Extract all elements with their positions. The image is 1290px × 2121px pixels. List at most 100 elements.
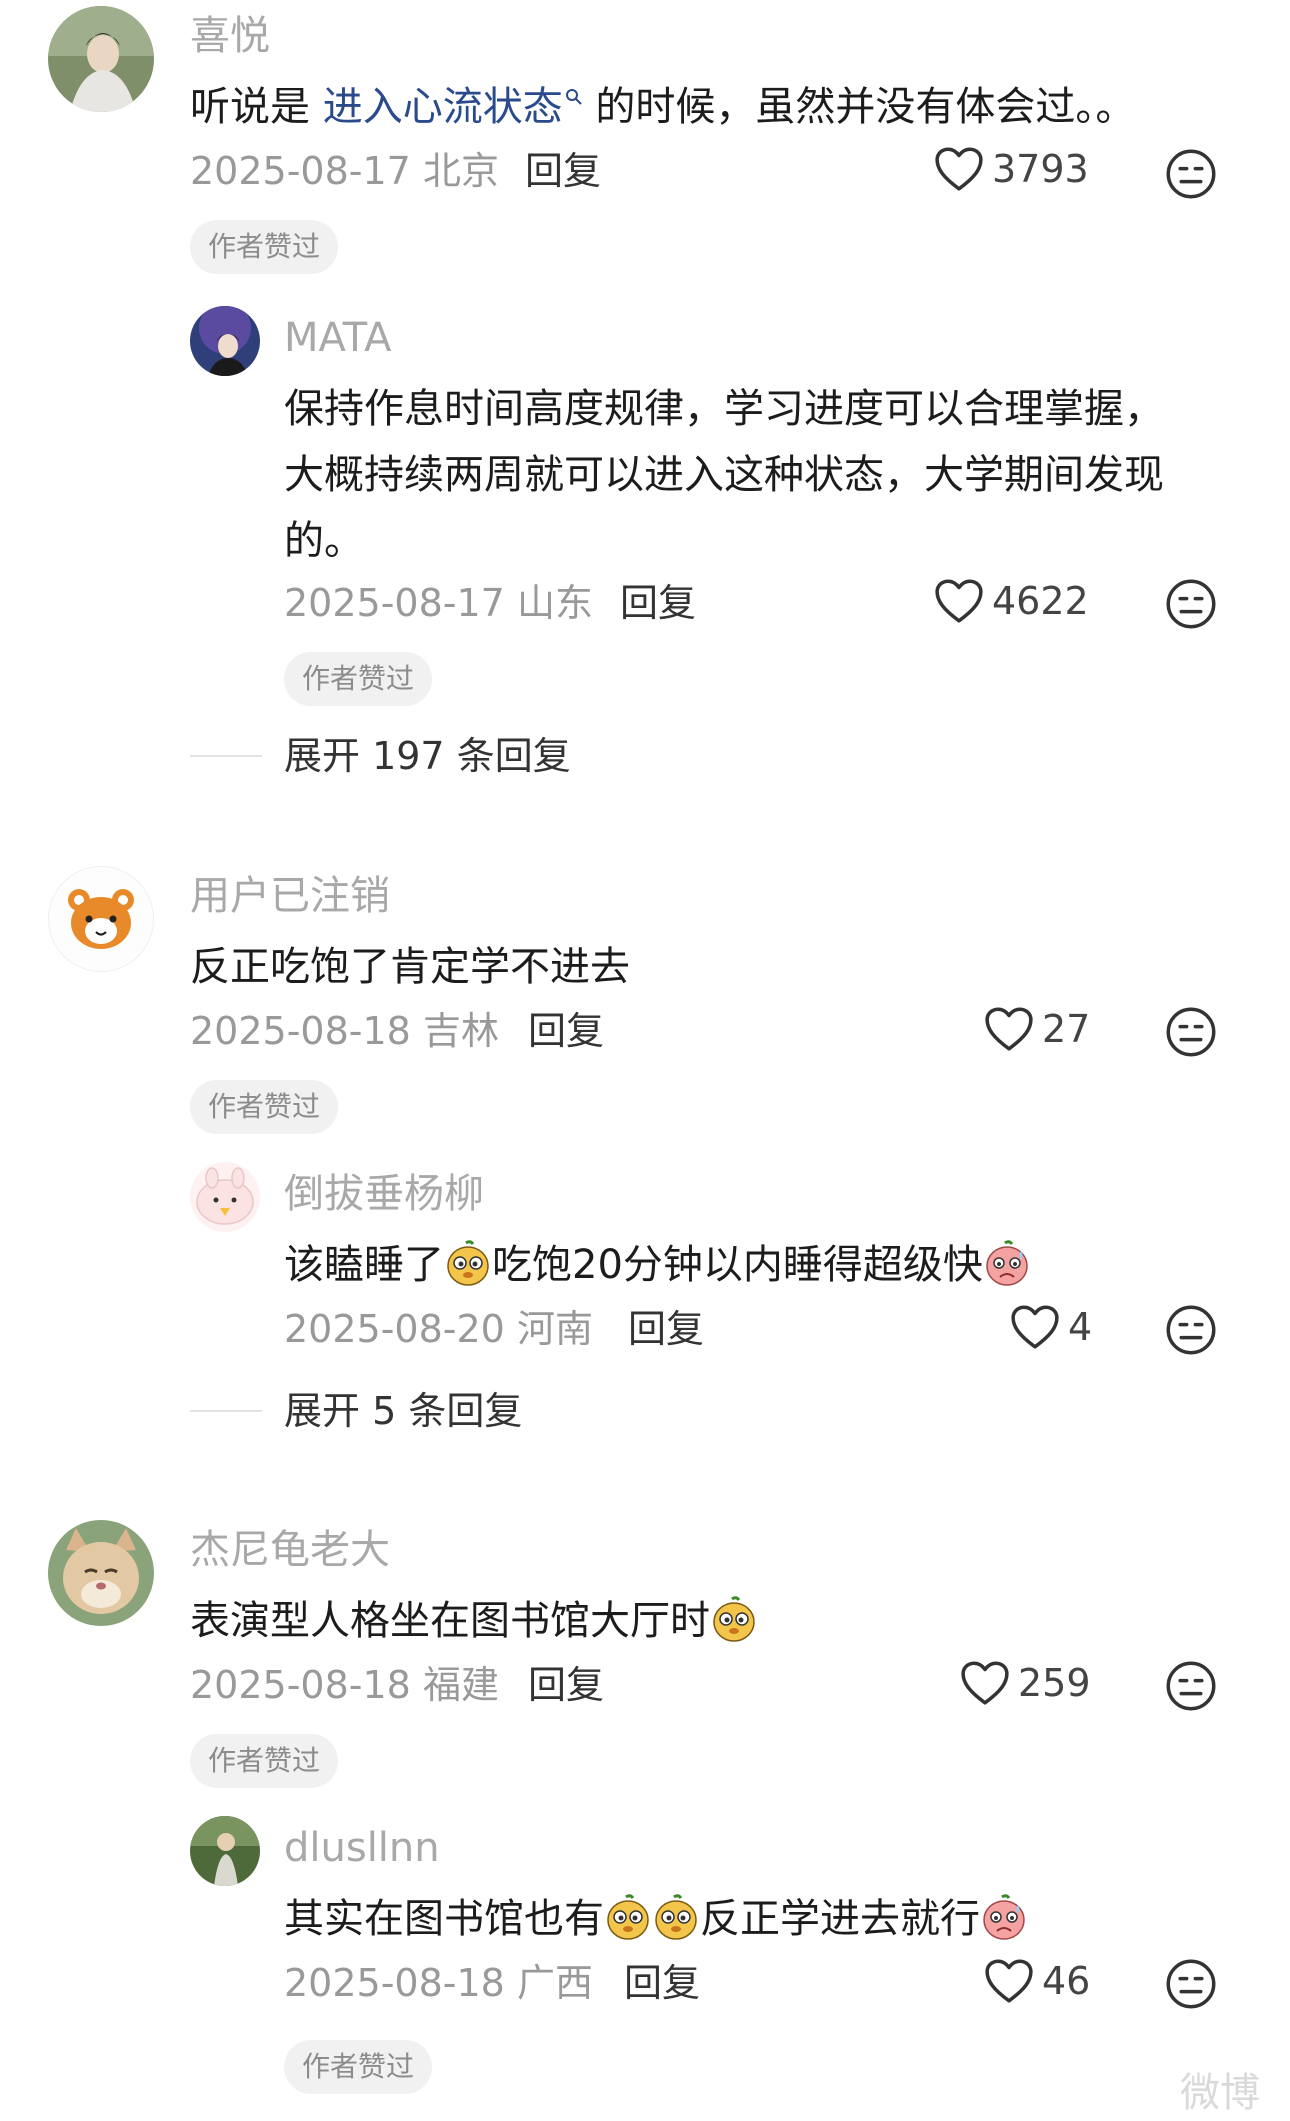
comment-location: 吉林 (422, 1009, 499, 1053)
heart-outline-icon (1010, 1304, 1060, 1350)
like-count: 3793 (992, 147, 1089, 191)
avatar[interactable] (48, 866, 154, 972)
pig-emoji (604, 1893, 652, 1941)
comment-meta: 2025-08-17 北京 (190, 152, 499, 190)
reply-username[interactable]: 倒拔垂杨柳 (284, 1174, 484, 1214)
comment-username[interactable]: 杰尼龟老大 (190, 1530, 390, 1570)
comment-text-part: 听说是 (190, 84, 323, 130)
dislike-face-icon (1165, 1958, 1217, 2010)
reply-date: 2025-08-20 (284, 1307, 505, 1351)
heart-outline-icon (934, 578, 984, 624)
search-link[interactable]: 进入心流状态 (323, 84, 563, 130)
expand-replies-button[interactable]: 展开 5 条回复 (284, 1392, 522, 1430)
comment-date: 2025-08-17 (190, 149, 411, 193)
reply-text: 其实在图书馆也有 反正学进去就行 (284, 1886, 1028, 1952)
comment-location: 北京 (422, 149, 499, 193)
author-liked-badge: 作者赞过 (190, 220, 339, 274)
reply-button[interactable]: 回复 (628, 1310, 704, 1348)
sweat-emoji (980, 1893, 1028, 1941)
dislike-face-icon (1165, 1304, 1217, 1356)
divider (190, 1410, 262, 1412)
reply-button[interactable]: 回复 (620, 584, 696, 622)
dislike-button[interactable] (1165, 1660, 1217, 1716)
dislike-button[interactable] (1165, 1958, 1217, 2014)
comment-meta: 2025-08-18 福建 (190, 1666, 499, 1704)
comment-location: 福建 (422, 1663, 499, 1707)
comment-text-part: 的时候，虽然并没有体会过。。 (582, 84, 1136, 130)
dislike-face-icon (1165, 578, 1217, 630)
reply-meta: 2025-08-17 山东 (284, 584, 593, 622)
dislike-button[interactable] (1165, 1006, 1217, 1062)
dislike-face-icon (1165, 1660, 1217, 1712)
reply-date: 2025-08-18 (284, 1961, 505, 2005)
reply-text: 该瞌睡了 吃饱20分钟以内睡得超级快 (284, 1232, 1031, 1298)
author-liked-badge: 作者赞过 (284, 2040, 433, 2094)
comment-text-part: 表演型人格坐在图书馆大厅时 (190, 1598, 710, 1644)
avatar[interactable] (48, 6, 154, 112)
dislike-button[interactable] (1165, 1304, 1217, 1360)
like-button[interactable]: 27 (984, 1006, 1090, 1052)
avatar[interactable] (48, 1520, 154, 1626)
reply-text-line: 大概持续两周就可以进入这种状态，大学期间发现 (284, 452, 1164, 498)
author-liked-badge: 作者赞过 (190, 1734, 339, 1788)
divider (190, 755, 262, 757)
comment-username[interactable]: 喜悦 (190, 16, 270, 56)
reply-location: 广西 (516, 1961, 593, 2005)
reply-text-part: 其实在图书馆也有 (284, 1896, 604, 1942)
comment-username[interactable]: 用户已注销 (190, 876, 390, 916)
reply-text-part: 吃饱20分钟以内睡得超级快 (492, 1242, 983, 1288)
reply-button[interactable]: 回复 (528, 1012, 604, 1050)
heart-outline-icon (960, 1660, 1010, 1706)
reply-button[interactable]: 回复 (525, 152, 601, 190)
like-button[interactable]: 3793 (934, 146, 1089, 192)
expand-replies-button[interactable]: 展开 197 条回复 (284, 737, 571, 775)
reply-button[interactable]: 回复 (624, 1964, 700, 2002)
avatar[interactable] (190, 1162, 260, 1232)
avatar[interactable] (190, 1816, 260, 1886)
reply-text-part: 该瞌睡了 (284, 1242, 444, 1288)
comment-date: 2025-08-18 (190, 1009, 411, 1053)
pig-emoji (444, 1239, 492, 1287)
heart-outline-icon (984, 1006, 1034, 1052)
reply-username[interactable]: dlusllnn (284, 1828, 440, 1868)
reply-text-part: 反正学进去就行 (700, 1896, 980, 1942)
reply-button[interactable]: 回复 (528, 1666, 604, 1704)
heart-outline-icon (984, 1958, 1034, 2004)
pig-emoji (710, 1595, 758, 1643)
like-button[interactable]: 46 (984, 1958, 1090, 2004)
comment-text: 反正吃饱了肯定学不进去 (190, 944, 630, 990)
comment-text: 听说是 进入心流状态 的时候，虽然并没有体会过。。 (190, 74, 1135, 140)
reply-location: 河南 (516, 1307, 593, 1351)
author-liked-badge: 作者赞过 (190, 1080, 339, 1134)
reply-meta: 2025-08-18 广西 (284, 1964, 593, 2002)
sweat-emoji (983, 1239, 1031, 1287)
author-liked-badge: 作者赞过 (284, 652, 433, 706)
reply-meta: 2025-08-20 河南 (284, 1310, 593, 1348)
dislike-button[interactable] (1165, 578, 1217, 634)
dislike-button[interactable] (1165, 148, 1217, 204)
like-button[interactable]: 4 (1010, 1304, 1092, 1350)
like-count: 259 (1018, 1661, 1091, 1705)
pig-emoji (652, 1893, 700, 1941)
comment-text: 表演型人格坐在图书馆大厅时 (190, 1588, 758, 1654)
dislike-face-icon (1165, 1006, 1217, 1058)
like-button[interactable]: 4622 (934, 578, 1089, 624)
comment-date: 2025-08-18 (190, 1663, 411, 1707)
reply-date: 2025-08-17 (284, 581, 505, 625)
like-count: 4 (1068, 1305, 1093, 1349)
reply-text: 保持作息时间高度规律，学习进度可以合理掌握， 大概持续两周就可以进入这种状态，大… (284, 376, 1164, 574)
like-button[interactable]: 259 (960, 1660, 1091, 1706)
like-count: 46 (1042, 1959, 1091, 2003)
reply-location: 山东 (516, 581, 593, 625)
like-count: 27 (1042, 1007, 1091, 1051)
dislike-face-icon (1165, 148, 1217, 200)
comment-meta: 2025-08-18 吉林 (190, 1012, 499, 1050)
reply-text-line: 保持作息时间高度规律，学习进度可以合理掌握， (284, 386, 1164, 432)
reply-text-line: 的。 (284, 518, 364, 564)
search-icon[interactable] (565, 88, 583, 106)
avatar[interactable] (190, 306, 260, 376)
watermark: 微博 (1180, 2070, 1260, 2116)
like-count: 4622 (992, 579, 1089, 623)
reply-username[interactable]: MATA (284, 318, 391, 358)
heart-outline-icon (934, 146, 984, 192)
